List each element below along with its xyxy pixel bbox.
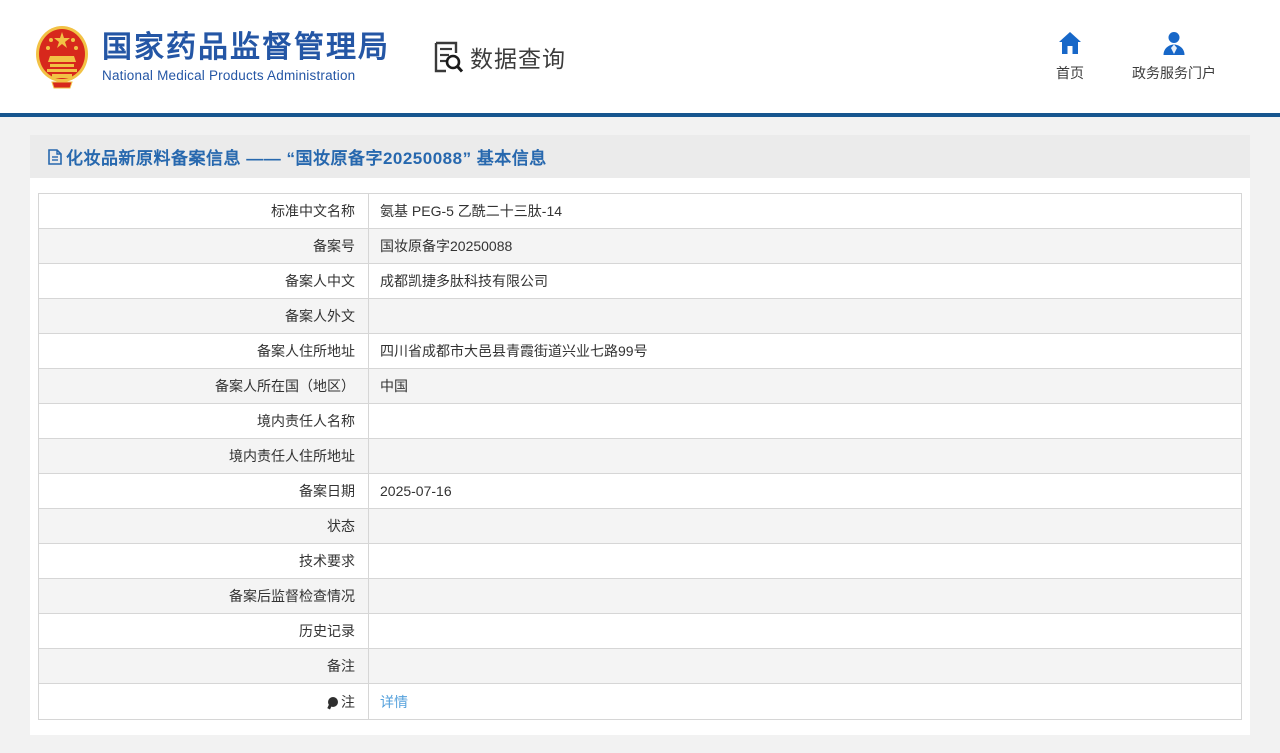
- row-label: 备案日期: [39, 474, 369, 508]
- note-balloon-icon: [328, 697, 338, 707]
- national-emblem-icon: [34, 24, 90, 90]
- row-value: [369, 509, 1241, 543]
- page-title-bar: 化妆品新原料备案信息 —— “国妆原备字20250088” 基本信息: [30, 135, 1250, 178]
- detail-link[interactable]: 详情: [380, 692, 408, 712]
- row-value: 中国: [369, 369, 1241, 403]
- main-content: 化妆品新原料备案信息 —— “国妆原备字20250088” 基本信息 标准中文名…: [30, 135, 1250, 735]
- row-value: 四川省成都市大邑县青霞街道兴业七路99号: [369, 334, 1241, 368]
- row-label: 备案人中文: [39, 264, 369, 298]
- table-row: 状态: [39, 509, 1241, 544]
- row-label: 境内责任人名称: [39, 404, 369, 438]
- row-value: [369, 614, 1241, 648]
- nav-gov-portal[interactable]: 政务服务门户: [1132, 30, 1216, 83]
- row-value: 2025-07-16: [369, 474, 1241, 508]
- row-label: 备案人所在国（地区）: [39, 369, 369, 403]
- table-row: 备案人住所地址四川省成都市大邑县青霞街道兴业七路99号: [39, 334, 1241, 369]
- table-row: 备注: [39, 649, 1241, 684]
- table-row: 技术要求: [39, 544, 1241, 579]
- table-row: 历史记录: [39, 614, 1241, 649]
- table-row: 备案日期2025-07-16: [39, 474, 1241, 509]
- user-icon: [1161, 30, 1187, 56]
- row-value: [369, 649, 1241, 683]
- table-row: 备案后监督检查情况: [39, 579, 1241, 614]
- table-row: 境内责任人名称: [39, 404, 1241, 439]
- registration-info-table: 标准中文名称氨基 PEG-5 乙酰二十三肽-14备案号国妆原备字20250088…: [38, 193, 1242, 720]
- header-nav: 首页 政务服务门户: [1056, 30, 1250, 83]
- site-subtitle: National Medical Products Administration: [102, 68, 390, 83]
- row-label: 历史记录: [39, 614, 369, 648]
- nmpa-logo: 国家药品监督管理局 National Medical Products Admi…: [34, 24, 390, 90]
- site-title: 国家药品监督管理局: [102, 31, 390, 64]
- table-row: 境内责任人住所地址: [39, 439, 1241, 474]
- table-row: 注详情: [39, 684, 1241, 719]
- row-value: [369, 404, 1241, 438]
- page-title-text: 化妆品新原料备案信息 —— “国妆原备字20250088” 基本信息: [66, 144, 547, 169]
- home-icon: [1057, 30, 1083, 56]
- row-label: 备案后监督检查情况: [39, 579, 369, 613]
- row-value: [369, 579, 1241, 613]
- data-query-section: 数据查询: [432, 40, 566, 74]
- document-search-icon: [432, 40, 464, 74]
- site-header: 国家药品监督管理局 National Medical Products Admi…: [0, 0, 1280, 113]
- row-value: 氨基 PEG-5 乙酰二十三肽-14: [369, 194, 1241, 228]
- row-value: 详情: [369, 684, 1241, 719]
- row-label: 境内责任人住所地址: [39, 439, 369, 473]
- row-label: 备案号: [39, 229, 369, 263]
- nav-home-label: 首页: [1056, 63, 1084, 83]
- row-label: 状态: [39, 509, 369, 543]
- row-label: 备案人住所地址: [39, 334, 369, 368]
- info-card: 标准中文名称氨基 PEG-5 乙酰二十三肽-14备案号国妆原备字20250088…: [30, 178, 1250, 735]
- row-value: [369, 299, 1241, 333]
- nav-gov-portal-label: 政务服务门户: [1132, 63, 1216, 83]
- row-label: 注: [39, 684, 369, 719]
- table-row: 标准中文名称氨基 PEG-5 乙酰二十三肽-14: [39, 194, 1241, 229]
- row-value: 成都凯捷多肽科技有限公司: [369, 264, 1241, 298]
- nav-home[interactable]: 首页: [1056, 30, 1084, 83]
- data-query-label: 数据查询: [470, 40, 566, 74]
- document-icon: [48, 149, 62, 165]
- header-divider: [0, 113, 1280, 117]
- row-label: 备注: [39, 649, 369, 683]
- table-row: 备案号国妆原备字20250088: [39, 229, 1241, 264]
- table-row: 备案人所在国（地区）中国: [39, 369, 1241, 404]
- table-row: 备案人中文成都凯捷多肽科技有限公司: [39, 264, 1241, 299]
- row-value: 国妆原备字20250088: [369, 229, 1241, 263]
- row-value: [369, 544, 1241, 578]
- row-label: 技术要求: [39, 544, 369, 578]
- row-label: 备案人外文: [39, 299, 369, 333]
- page-title: 化妆品新原料备案信息 —— “国妆原备字20250088” 基本信息: [48, 144, 547, 169]
- row-label: 标准中文名称: [39, 194, 369, 228]
- row-value: [369, 439, 1241, 473]
- table-row: 备案人外文: [39, 299, 1241, 334]
